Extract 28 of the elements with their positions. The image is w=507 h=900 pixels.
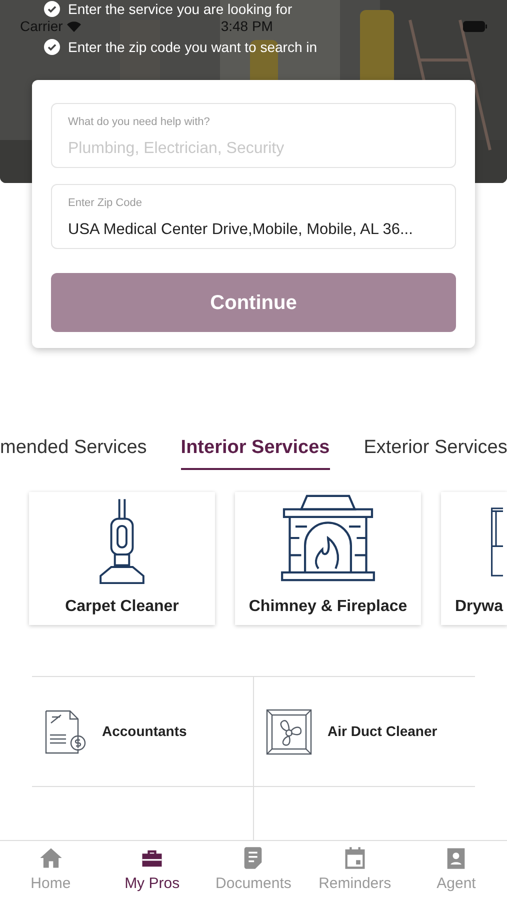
carrier-text: Carrier (20, 16, 63, 36)
clock-text: 3:48 PM (220, 17, 273, 36)
step-text: Enter the service you are looking for (68, 1, 292, 17)
service-name: Accountants (102, 722, 187, 741)
category-tab[interactable]: Interior Services (180, 434, 330, 470)
service-item[interactable]: Air Duct Cleaner (254, 677, 475, 787)
service-name: Chimney & Fireplace (248, 597, 408, 617)
check-circle-icon (44, 1, 60, 17)
service-name: Drywa (455, 597, 504, 617)
service-item[interactable]: Accountants (32, 677, 254, 787)
check-circle-icon (44, 39, 60, 55)
field-label: Enter Zip Code (68, 196, 143, 211)
category-tab[interactable]: mended Services (0, 434, 147, 470)
zip-field[interactable]: Enter Zip Code USA Medical Center Drive,Mobile, Mobile, AL 36... (51, 184, 456, 249)
fan-vent-icon (266, 708, 312, 754)
category-tab[interactable]: Exterior Services (364, 434, 507, 470)
step-text: Enter the zip code you want to search in (68, 38, 318, 57)
tab-bar-item[interactable]: My Pros (104, 845, 200, 896)
zip-input[interactable]: USA Medical Center Drive,Mobile, Mobile, AL 36... (68, 218, 439, 241)
invoice-icon (44, 708, 88, 754)
service-name: Carpet Cleaner (65, 597, 179, 617)
service-name: Air Duct Cleaner (328, 722, 438, 741)
field-label: What do you need help with? (68, 115, 211, 130)
service-card[interactable]: Chimney & Fireplace (235, 492, 421, 625)
service-card[interactable]: Drywa (441, 492, 507, 625)
fireplace-icon (280, 494, 376, 582)
service-card[interactable]: Carpet Cleaner (29, 492, 215, 625)
wifi-icon (66, 20, 81, 32)
